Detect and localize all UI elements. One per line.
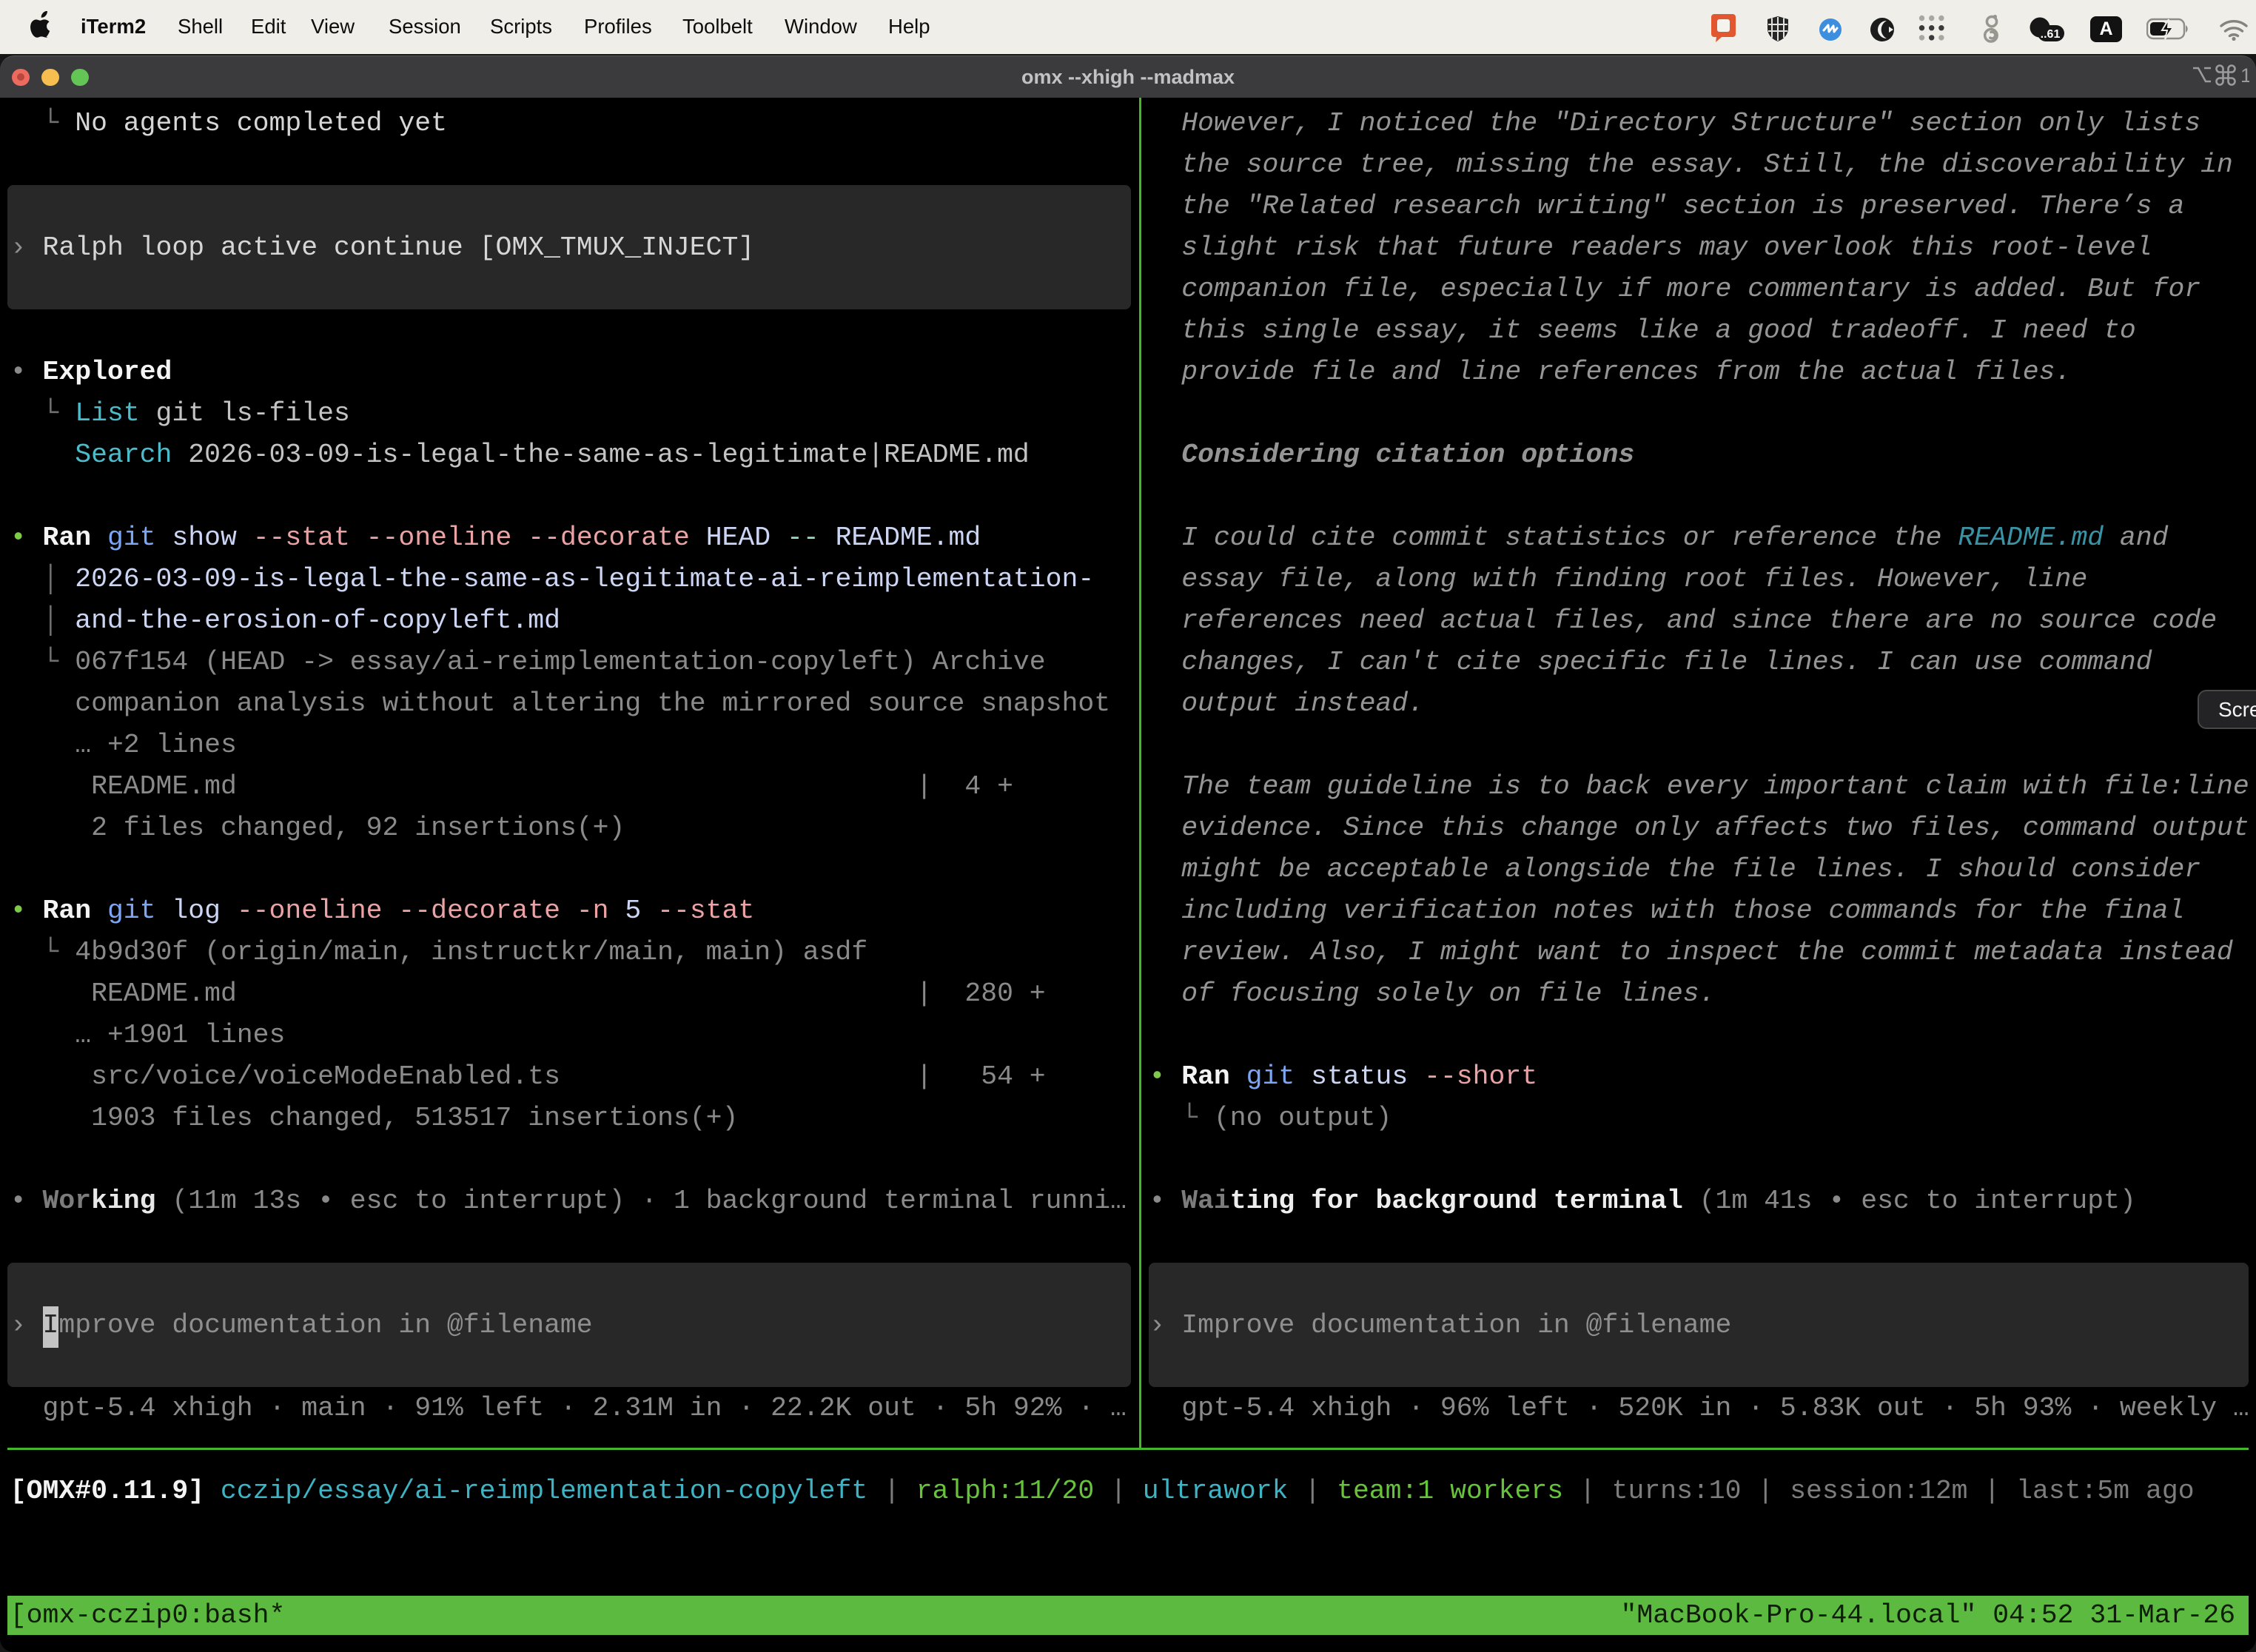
svg-text:..61: ..61	[2041, 28, 2061, 41]
